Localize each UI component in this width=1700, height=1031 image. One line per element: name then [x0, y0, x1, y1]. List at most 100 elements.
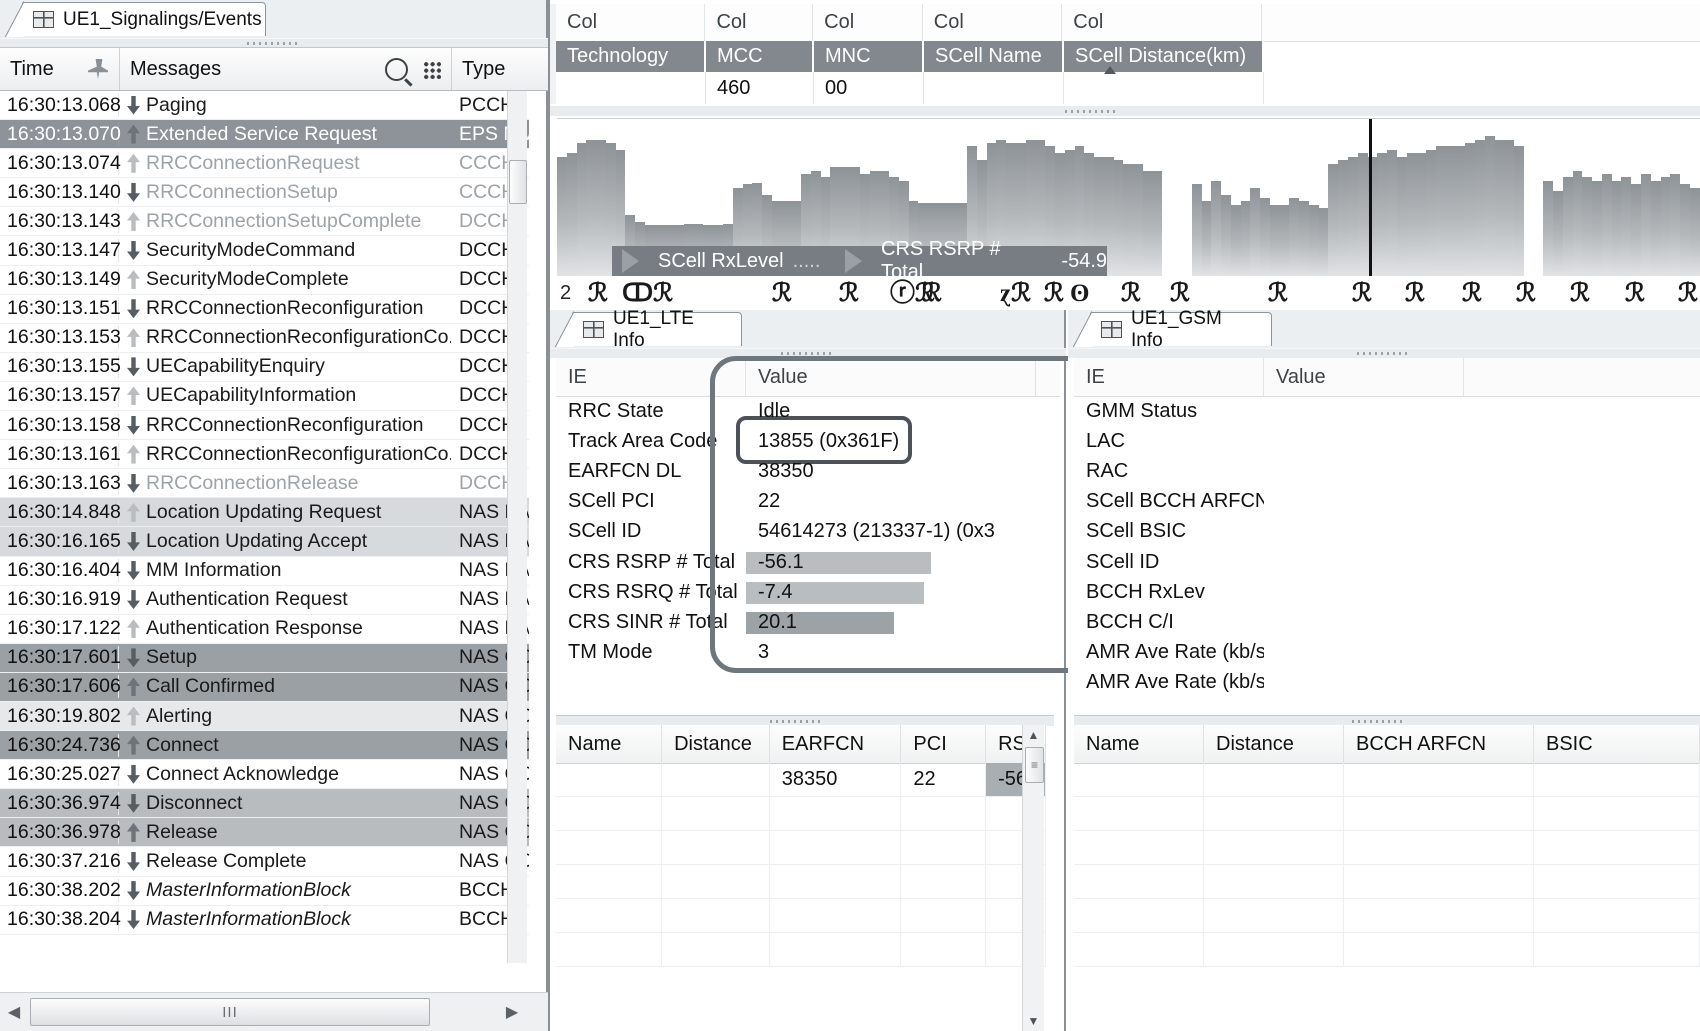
- lte-nb-row-empty[interactable]: [556, 865, 1047, 899]
- lte-info-row[interactable]: CRS SINR # Total 20.1: [556, 607, 1060, 637]
- lte-nb-vscroll-thumb[interactable]: ≡: [1025, 747, 1044, 783]
- message-icon[interactable]: ℛ: [772, 281, 792, 306]
- message-row[interactable]: 16:30:13.140 RRCConnectionSetup CCCH_: [0, 178, 529, 208]
- lte-nb-col-header[interactable]: Distance: [662, 725, 770, 763]
- gsm-col-value[interactable]: Value: [1264, 358, 1464, 396]
- message-icon[interactable]: ℛ: [1121, 281, 1141, 306]
- message-row[interactable]: 16:30:13.151 RRCConnectionReconfiguration…: [0, 295, 529, 324]
- tab-ue1-signalings-events[interactable]: UE1_Signalings/Events: [5, 1, 266, 37]
- message-row[interactable]: 16:30:36.978 Release NAS CC: [0, 818, 529, 848]
- scroll-down-icon[interactable]: ▼: [1023, 1011, 1044, 1031]
- top-table-col-placeholder[interactable]: Col: [923, 4, 1063, 41]
- message-icon[interactable]: ɀℛ: [1000, 281, 1031, 306]
- message-icon[interactable]: ℛ: [1462, 281, 1482, 306]
- message-row[interactable]: 16:30:13.143 RRCConnectionSetupComplete DC…: [0, 207, 529, 237]
- message-icon[interactable]: ℛ: [588, 281, 608, 306]
- gsm-info-row[interactable]: RAC: [1074, 456, 1700, 486]
- message-row[interactable]: 16:30:38.202 MasterInformationBlock BCCH_: [0, 877, 529, 906]
- gsm-nb-row-empty[interactable]: [1074, 865, 1700, 899]
- top-table-field[interactable]: Technology: [556, 41, 706, 72]
- legend-chip-crs-rsrp[interactable]: CRS RSRP # Total -54.9: [835, 238, 1107, 277]
- lte-nb-col-header[interactable]: PCI: [901, 725, 987, 763]
- gsm-info-row[interactable]: SCell ID: [1074, 547, 1700, 577]
- message-row[interactable]: 16:30:17.122Authentication ResponseNAS M…: [0, 615, 529, 644]
- message-row[interactable]: 16:30:37.216 Release Complete NAS CC: [0, 847, 529, 877]
- message-icon[interactable]: ℛ: [1352, 281, 1372, 306]
- gsm-info-row[interactable]: LAC: [1074, 426, 1700, 456]
- message-row[interactable]: 16:30:13.149 SecurityModeComplete DCCH_: [0, 266, 529, 295]
- message-row[interactable]: 16:30:16.404MM InformationNAS MM: [0, 557, 529, 586]
- lte-nb-row-empty[interactable]: [556, 933, 1047, 967]
- message-row[interactable]: 16:30:17.601 Setup NAS CC: [0, 643, 529, 673]
- message-icon[interactable]: ℛ: [922, 281, 942, 306]
- lte-nb-row[interactable]: 38350 22 -56: [556, 763, 1047, 797]
- gsm-nb-col-header[interactable]: Name: [1074, 725, 1204, 763]
- gsm-nb-row-empty[interactable]: [1074, 763, 1700, 797]
- grid-dots-icon[interactable]: [422, 59, 441, 79]
- tab-ue1-lte-info[interactable]: UE1_LTE Info: [555, 308, 742, 351]
- gsm-nb-row-empty[interactable]: [1074, 831, 1700, 865]
- gsm-nb-row-empty[interactable]: [1074, 933, 1700, 967]
- message-icon[interactable]: ʘ: [1070, 281, 1089, 306]
- lte-neighbor-vscroll[interactable]: ▲ ≡ ▼: [1022, 725, 1044, 1031]
- message-rows[interactable]: 16:30:13.068 Paging PCCH 16:30:13.070 Extend…: [0, 91, 529, 963]
- gsm-col-extra[interactable]: [1464, 358, 1694, 396]
- top-table-col-placeholder[interactable]: Col: [1062, 4, 1262, 41]
- lte-info-row[interactable]: SCell ID 54614273 (213337-1) (0x3: [556, 517, 1060, 547]
- message-icon[interactable]: ℛ: [1516, 281, 1536, 306]
- message-row[interactable]: 16:30:16.165 Location Updating Accept NAS …: [0, 527, 529, 557]
- gsm-info-row[interactable]: AMR Ave Rate (kb/s): [1074, 638, 1700, 668]
- gsm-nb-col-header[interactable]: Distance: [1204, 725, 1344, 763]
- column-header-type[interactable]: Type: [451, 48, 548, 90]
- message-hscroll-thumb[interactable]: III: [30, 998, 430, 1026]
- message-row[interactable]: 16:30:38.204 MasterInformationBlock BCCH_: [0, 906, 529, 935]
- message-row[interactable]: 16:30:13.070 Extended Service Request EPS …: [0, 120, 529, 150]
- top-table-field[interactable]: SCell Name: [924, 41, 1064, 72]
- message-row[interactable]: 16:30:13.153 RRCConnectionReconfiguration…: [0, 324, 529, 353]
- top-table-field[interactable]: MCC: [706, 41, 814, 72]
- message-icon[interactable]: ℛ: [1268, 281, 1288, 306]
- message-row[interactable]: 16:30:13.161 RRCConnectionReconfiguration…: [0, 440, 529, 470]
- gsm-panel-grip[interactable]: [1068, 348, 1700, 358]
- search-icon[interactable]: [385, 57, 408, 81]
- lte-info-row[interactable]: EARFCN DL 38350: [556, 456, 1060, 486]
- gsm-nb-row-empty[interactable]: [1074, 797, 1700, 831]
- tab-ue1-gsm-info[interactable]: UE1_GSM Info: [1073, 308, 1272, 351]
- message-row[interactable]: 16:30:13.074 RRCConnectionRequest CCCH_: [0, 149, 529, 179]
- message-vertical-scrollbar[interactable]: [507, 91, 527, 963]
- scroll-left-icon[interactable]: ◀: [0, 994, 28, 1030]
- message-icon[interactable]: ℛ: [1044, 281, 1064, 306]
- message-icon[interactable]: ℛ: [1678, 281, 1698, 306]
- message-row[interactable]: 16:30:13.068 Paging PCCH: [0, 91, 529, 121]
- scroll-right-icon[interactable]: ▶: [498, 994, 526, 1030]
- top-table-col-placeholder[interactable]: Col: [705, 4, 814, 41]
- message-row[interactable]: 16:30:13.158 RRCConnectionReconfiguration…: [0, 411, 529, 441]
- lte-info-row[interactable]: TM Mode 3: [556, 638, 1060, 668]
- gsm-info-row[interactable]: SCell BCCH ARFCN: [1074, 487, 1700, 517]
- graph-cursor-line[interactable]: [1368, 119, 1372, 277]
- message-row[interactable]: 16:30:17.606 Call Confirmed NAS CC: [0, 672, 529, 702]
- message-row[interactable]: 16:30:13.155 UECapabilityEnquiry DCCH_: [0, 353, 529, 382]
- lte-nb-row-empty[interactable]: [556, 831, 1047, 865]
- gsm-info-row[interactable]: AMR Ave Rate (kb/s): [1074, 668, 1700, 698]
- message-icon[interactable]: ℛ: [1405, 281, 1425, 306]
- gsm-info-row[interactable]: BCCH C/I: [1074, 607, 1700, 637]
- column-header-messages[interactable]: Messages: [119, 48, 451, 90]
- message-row[interactable]: 16:30:13.163 RRCConnectionRelease DCCH_: [0, 469, 529, 499]
- pin-icon[interactable]: [88, 59, 108, 79]
- message-icon[interactable]: ℛ: [1570, 281, 1590, 306]
- lte-nb-row-empty[interactable]: [556, 899, 1047, 933]
- message-icon[interactable]: ℛ: [839, 281, 859, 306]
- message-horizontal-scrollbar[interactable]: ◀ III ▶: [0, 992, 548, 1031]
- message-icon[interactable]: ℛ: [1625, 281, 1645, 306]
- lte-col-ie[interactable]: IE: [556, 358, 746, 396]
- gsm-nb-col-header[interactable]: BCCH ARFCN: [1344, 725, 1534, 763]
- panel-divider-left[interactable]: [548, 0, 550, 1031]
- scroll-up-icon[interactable]: ▲: [1023, 725, 1044, 745]
- lte-info-row[interactable]: CRS RSRQ # Total -7.4: [556, 577, 1060, 607]
- top-table-field[interactable]: SCell Distance(km): [1064, 41, 1264, 72]
- lte-panel-grip[interactable]: [550, 348, 1066, 358]
- signal-graph[interactable]: SCell RxLevel ..... CRS RSRP # Total -54…: [557, 118, 1700, 277]
- column-header-time[interactable]: Time: [0, 48, 119, 90]
- message-icon[interactable]: ℛ: [1170, 281, 1190, 306]
